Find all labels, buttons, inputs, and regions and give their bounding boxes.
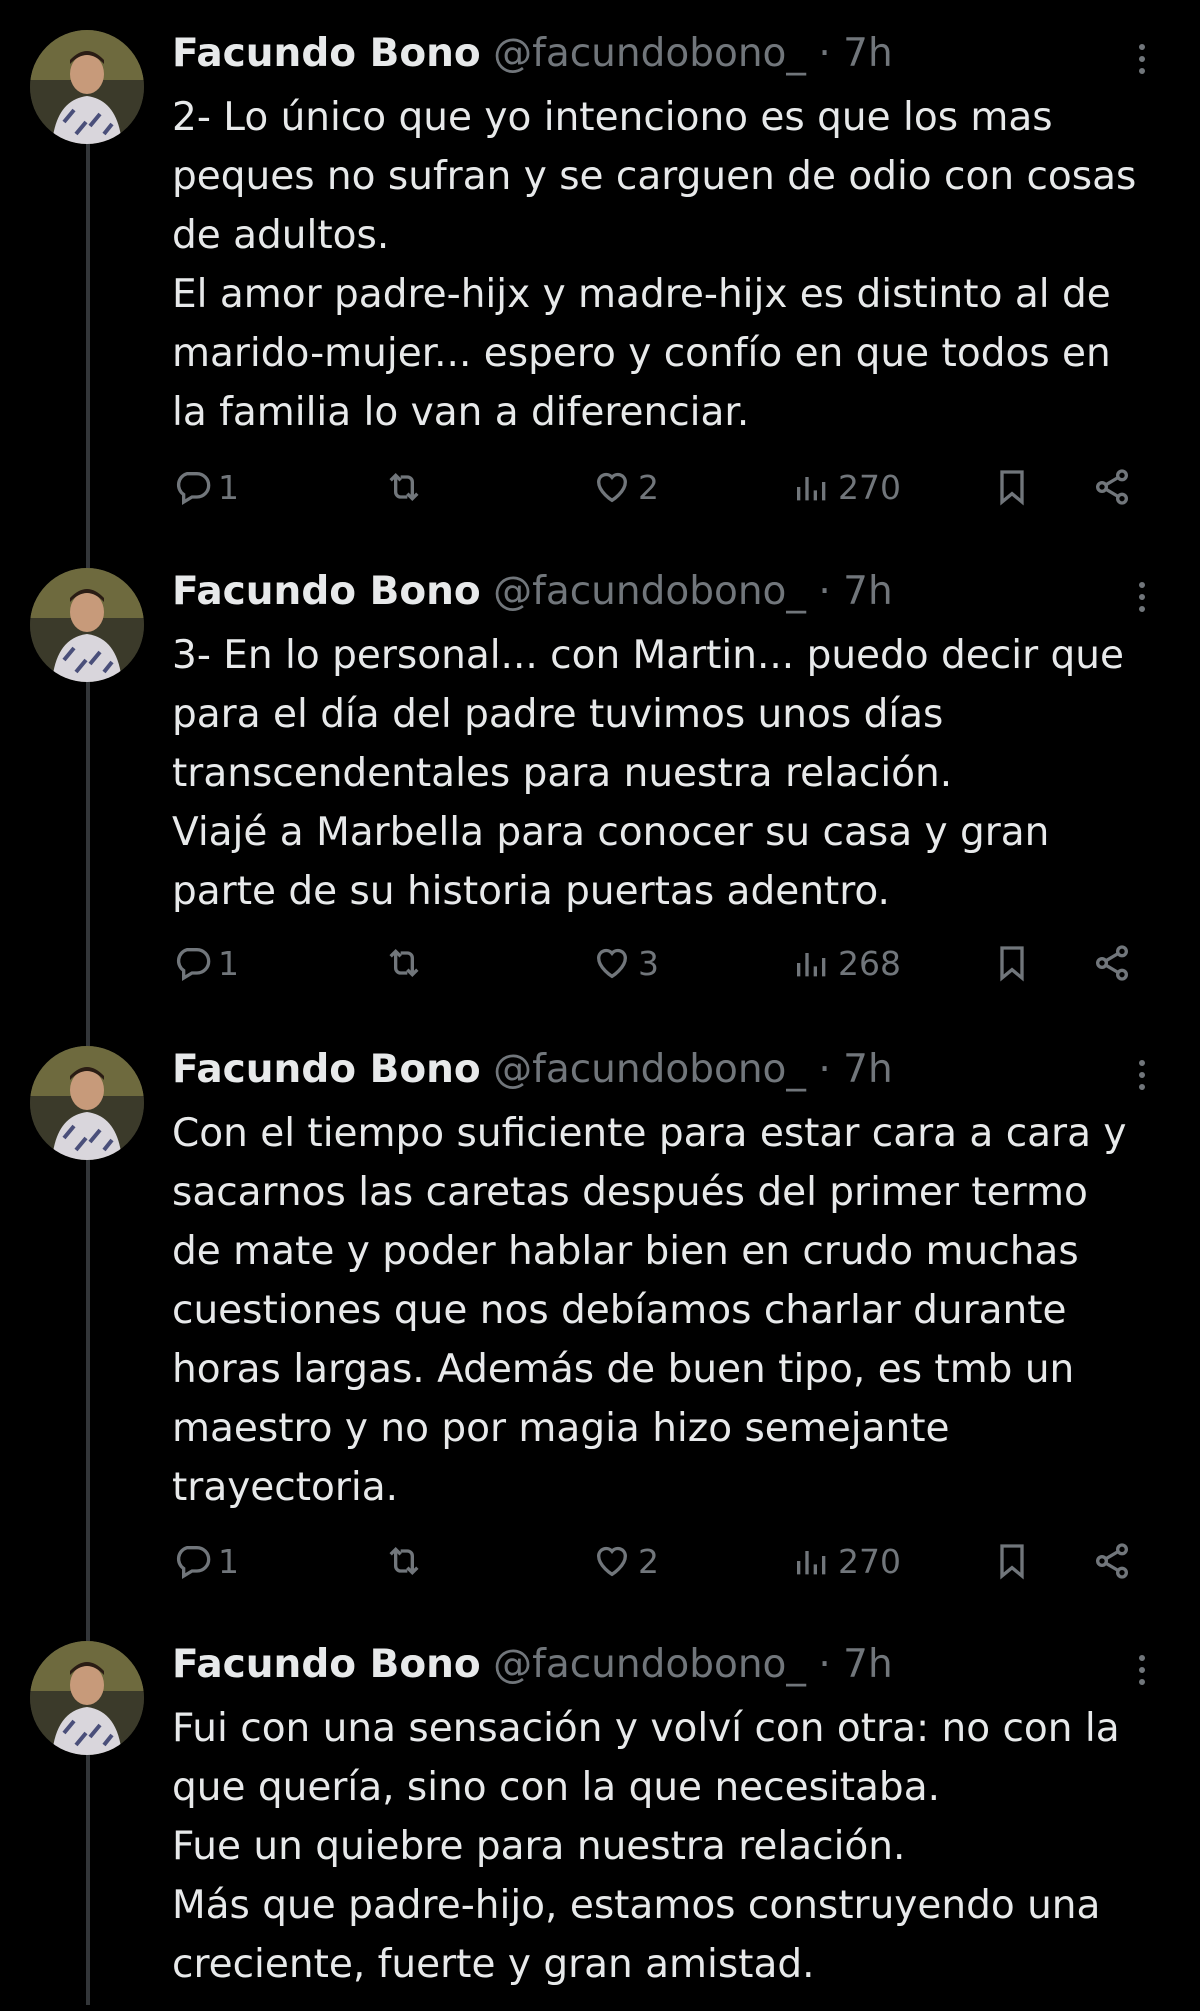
tweet-header: Facundo Bono @facundobono_ · 7h xyxy=(172,568,893,616)
like-icon xyxy=(596,948,628,979)
more-options-icon[interactable] xyxy=(1136,1060,1148,1100)
tweet-actions: 1 3 268 xyxy=(172,938,1162,988)
like-button[interactable]: 3 xyxy=(592,938,659,988)
share-button[interactable] xyxy=(1092,1536,1132,1586)
avatar[interactable] xyxy=(30,1046,144,1160)
share-button[interactable] xyxy=(1092,462,1132,512)
reply-button[interactable]: 1 xyxy=(172,1536,239,1586)
user-handle[interactable]: @facundobono_ xyxy=(493,31,806,76)
share-icon xyxy=(1096,945,1128,981)
bookmark-icon xyxy=(1000,470,1024,506)
reply-icon xyxy=(176,472,211,505)
tweet-actions: 1 2 270 xyxy=(172,1536,1162,1586)
bookmark-button[interactable] xyxy=(992,938,1032,988)
timestamp[interactable]: 7h xyxy=(843,31,893,76)
bookmark-icon xyxy=(1000,1544,1024,1580)
share-button[interactable] xyxy=(1092,938,1132,988)
separator-dot: · xyxy=(805,31,844,76)
like-button[interactable]: 2 xyxy=(592,462,659,512)
more-options-icon[interactable] xyxy=(1136,44,1148,84)
like-count: 2 xyxy=(638,467,659,507)
user-handle[interactable]: @facundobono_ xyxy=(493,1642,806,1687)
display-name[interactable]: Facundo Bono xyxy=(172,31,481,76)
user-handle[interactable]: @facundobono_ xyxy=(493,569,806,614)
views-button[interactable]: 270 xyxy=(792,1536,901,1586)
bookmark-button[interactable] xyxy=(992,1536,1032,1586)
timestamp[interactable]: 7h xyxy=(843,1047,893,1092)
display-name[interactable]: Facundo Bono xyxy=(172,569,481,614)
tweet-text: Fui con una sensación y volví con otra: … xyxy=(172,1706,1120,1987)
tweet-text: Con el tiempo suficiente para estar cara… xyxy=(172,1111,1127,1510)
timestamp[interactable]: 7h xyxy=(843,1642,893,1687)
bookmark-button[interactable] xyxy=(992,462,1032,512)
views-icon xyxy=(797,1551,826,1575)
like-count: 3 xyxy=(638,943,659,983)
tweet-actions: 1 2 270 xyxy=(172,462,1162,512)
views-button[interactable]: 270 xyxy=(792,462,901,512)
reply-button[interactable]: 1 xyxy=(172,938,239,988)
reply-count: 1 xyxy=(218,943,239,983)
tweet-text: 3- En lo personal... con Martin... puedo… xyxy=(172,633,1124,914)
more-options-icon[interactable] xyxy=(1136,582,1148,622)
more-options-icon[interactable] xyxy=(1136,1655,1148,1695)
avatar[interactable] xyxy=(30,1641,144,1755)
retweet-button[interactable] xyxy=(384,462,424,512)
reply-icon xyxy=(176,1546,211,1579)
timestamp[interactable]: 7h xyxy=(843,569,893,614)
retweet-button[interactable] xyxy=(384,938,424,988)
user-handle[interactable]: @facundobono_ xyxy=(493,1047,806,1092)
avatar[interactable] xyxy=(30,568,144,682)
tweet-header: Facundo Bono @facundobono_ · 7h xyxy=(172,1641,893,1689)
display-name[interactable]: Facundo Bono xyxy=(172,1642,481,1687)
views-icon xyxy=(797,953,826,977)
separator-dot: · xyxy=(805,569,844,614)
reply-button[interactable]: 1 xyxy=(172,462,239,512)
like-icon xyxy=(596,1546,628,1577)
tweet-header: Facundo Bono @facundobono_ · 7h xyxy=(172,30,893,78)
retweet-icon xyxy=(389,948,419,978)
retweet-icon xyxy=(389,1546,419,1576)
retweet-button[interactable] xyxy=(384,1536,424,1586)
like-button[interactable]: 2 xyxy=(592,1536,659,1586)
retweet-icon xyxy=(389,472,419,502)
share-icon xyxy=(1096,1543,1128,1579)
separator-dot: · xyxy=(805,1047,844,1092)
tweet-text: 2- Lo único que yo intenciono es que los… xyxy=(172,95,1137,435)
views-icon xyxy=(797,477,826,501)
share-icon xyxy=(1096,469,1128,505)
view-count: 270 xyxy=(838,1541,901,1581)
reply-icon xyxy=(176,948,211,981)
bookmark-icon xyxy=(1000,946,1024,982)
tweet-header: Facundo Bono @facundobono_ · 7h xyxy=(172,1046,893,1094)
reply-count: 1 xyxy=(218,1541,239,1581)
view-count: 270 xyxy=(838,467,901,507)
reply-count: 1 xyxy=(218,467,239,507)
display-name[interactable]: Facundo Bono xyxy=(172,1047,481,1092)
view-count: 268 xyxy=(838,943,901,983)
separator-dot: · xyxy=(805,1642,844,1687)
views-button[interactable]: 268 xyxy=(792,938,901,988)
like-icon xyxy=(596,472,628,503)
like-count: 2 xyxy=(638,1541,659,1581)
avatar[interactable] xyxy=(30,30,144,144)
